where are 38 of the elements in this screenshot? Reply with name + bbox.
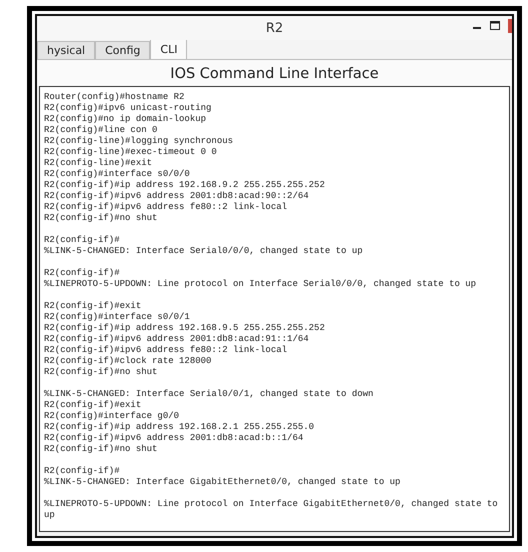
tab[interactable]: Config: [95, 41, 150, 59]
maximize-icon[interactable]: [490, 21, 500, 31]
console-line: %LINEPROTO-5-UPDOWN: Line protocol on Interface GigabitEthernet0/0, changed state to up: [44, 499, 499, 521]
console-line: R2(config-if)#ipv6 address fe80::2 link-local: [44, 202, 288, 213]
console-line: R2(config-if)#: [44, 466, 121, 477]
console-line: R2(config)#ipv6 unicast-routing: [44, 103, 212, 114]
console-line: R2(config-if)#no shut: [44, 213, 158, 224]
console-line: R2(config-if)#no shut: [44, 444, 158, 455]
console-line: %LINK-5-CHANGED: Interface Serial0/0/0, changed state to up: [44, 246, 364, 257]
console-line: %LINEPROTO-5-UPDOWN: Line protocol on Interface Serial0/0/0, changed state to up: [44, 279, 478, 290]
console-line: R2(config-line)#exit: [44, 158, 154, 169]
console-line: R2(config)#interface s0/0/0: [44, 169, 191, 180]
console-line: R2(config-if)#ipv6 address 2001:db8:acad:90::2/64: [44, 191, 310, 202]
window-title: R2: [266, 20, 284, 36]
console-line: %LINK-5-CHANGED: Interface GigabitEthernet0/0, changed state to up: [44, 477, 402, 488]
console-line: R2(config-line)#logging synchronous: [44, 136, 234, 147]
console-line: R2(config-if)#no shut: [44, 367, 158, 378]
console-line: R2(config-if)#ipv6 address 2001:db8:acad:91::1/64: [44, 334, 310, 345]
console-line: Router(config)#hostname R2: [44, 92, 186, 103]
console-line: R2(config)#line con 0: [44, 125, 158, 136]
console-line: R2(config-if)#exit: [44, 400, 142, 411]
console-line: R2(config-if)#ipv6 address 2001:db8:acad:b::1/64: [44, 433, 304, 444]
console-line: %LINK-5-CHANGED: Interface Serial0/0/1, changed state to down: [44, 389, 374, 400]
console-line: R2(config-if)#clock rate 128000: [44, 356, 212, 367]
console-line: R2(config)#interface g0/0: [44, 411, 180, 422]
console-line: R2(config-if)#ip address 192.168.9.5 255.255.255.252: [44, 323, 326, 334]
console-line: R2(config-if)#: [44, 268, 121, 279]
console-line: R2(config-if)#ip address 192.168.2.1 255.255.255.0: [44, 422, 316, 433]
console-line: R2(config-if)#exit: [44, 301, 142, 312]
console-line: R2(config)#no ip domain-lookup: [44, 114, 208, 125]
tab[interactable]: hysical: [37, 41, 96, 59]
tab[interactable]: CLI: [150, 39, 188, 59]
console-line: R2(config-if)#ip address 192.168.9.2 255.255.255.252: [44, 180, 326, 191]
console-line: R2(config)#interface s0/0/1: [44, 312, 191, 323]
console-line: R2(config-if)#ipv6 address fe80::2 link-local: [44, 345, 288, 356]
console-line: R2(config-line)#exec-timeout 0 0: [44, 147, 218, 158]
console-line: R2(config-if)#: [44, 235, 121, 246]
panel-heading: IOS Command Line Interface: [37, 60, 512, 86]
